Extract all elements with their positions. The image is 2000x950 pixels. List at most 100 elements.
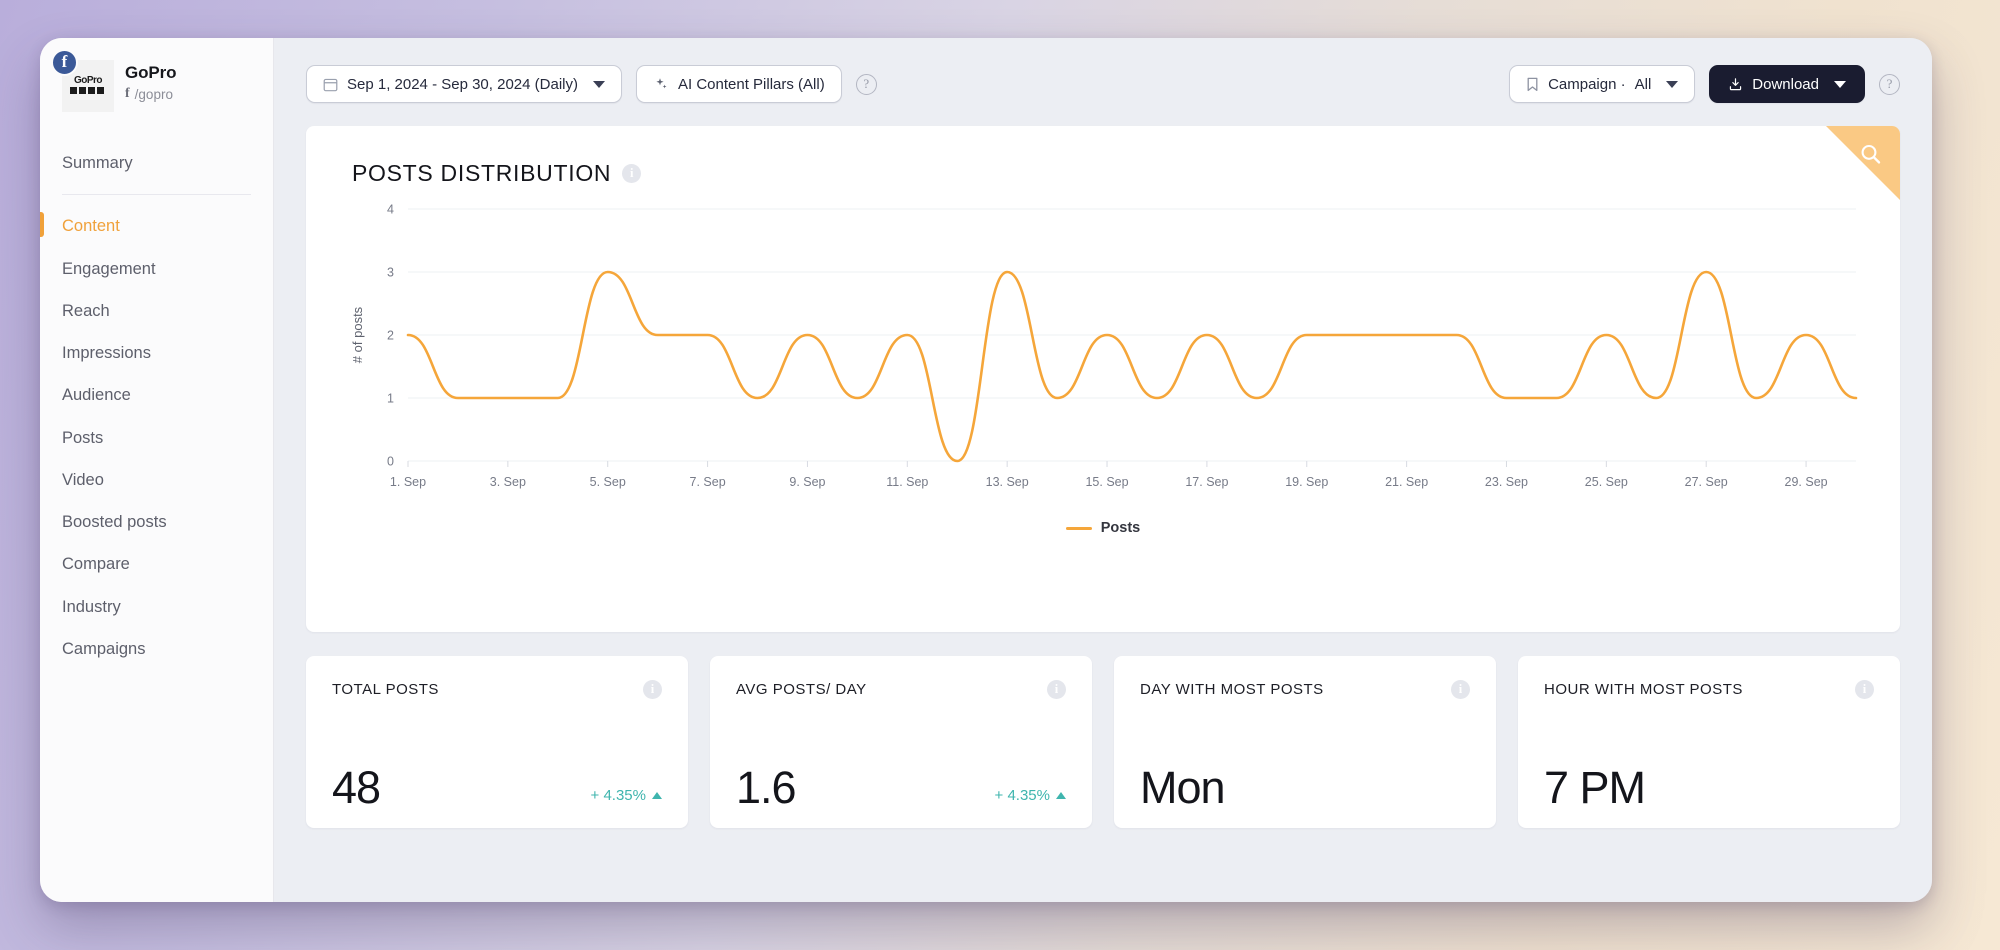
kpi-card-total-posts: TOTAL POSTS i 48 + 4.35% xyxy=(306,656,688,828)
info-icon[interactable]: i xyxy=(1451,680,1470,699)
search-icon[interactable] xyxy=(1856,140,1886,175)
help-icon-filters[interactable]: ? xyxy=(855,73,877,95)
sidebar-item-compare[interactable]: Compare xyxy=(40,543,273,585)
svg-text:21. Sep: 21. Sep xyxy=(1385,475,1428,489)
ai-content-pillars-value: AI Content Pillars (All) xyxy=(677,75,825,93)
date-range-picker[interactable]: Sep 1, 2024 - Sep 30, 2024 (Daily) xyxy=(306,65,622,103)
card-header: POSTS DISTRIBUTION i xyxy=(306,126,1900,187)
kpi-body: Mon xyxy=(1140,765,1470,810)
svg-text:15. Sep: 15. Sep xyxy=(1085,475,1128,489)
kpi-card-day-with-most-posts: DAY WITH MOST POSTS i Mon xyxy=(1114,656,1496,828)
campaign-label: Campaign · xyxy=(1548,75,1626,93)
kpi-body: 48 + 4.35% xyxy=(332,765,662,810)
svg-text:2: 2 xyxy=(387,329,394,343)
kpi-delta-text: + 4.35% xyxy=(994,787,1050,804)
kpi-value: 7 PM xyxy=(1544,762,1646,813)
chevron-down-icon xyxy=(1666,80,1679,88)
page-title: POSTS DISTRIBUTION xyxy=(352,160,612,186)
kpi-card-hour-with-most-posts: HOUR WITH MOST POSTS i 7 PM xyxy=(1518,656,1900,828)
kpi-head: DAY WITH MOST POSTS i xyxy=(1140,680,1470,699)
sidebar-item-summary[interactable]: Summary xyxy=(40,142,273,184)
kpi-label: TOTAL POSTS xyxy=(332,681,439,698)
gopro-logo-icon: GoPro xyxy=(70,75,104,94)
chart-legend: Posts xyxy=(306,520,1900,536)
kpi-value: Mon xyxy=(1140,762,1226,813)
sidebar: GoPro f GoPro f /gopro Summary Content E… xyxy=(40,38,274,902)
kpi-label: AVG POSTS/ DAY xyxy=(736,681,867,698)
sidebar-item-engagement[interactable]: Engagement xyxy=(40,248,273,290)
info-icon[interactable]: i xyxy=(1855,680,1874,699)
download-label: Download xyxy=(1752,75,1819,93)
sidebar-item-impressions[interactable]: Impressions xyxy=(40,332,273,374)
svg-text:3: 3 xyxy=(387,266,394,280)
download-button[interactable]: Download xyxy=(1709,65,1865,103)
svg-text:0: 0 xyxy=(387,455,394,469)
svg-text:13. Sep: 13. Sep xyxy=(986,475,1029,489)
kpi-body: 7 PM xyxy=(1544,765,1874,810)
sidebar-nav: Summary Content Engagement Reach Impress… xyxy=(40,142,273,670)
kpi-head: AVG POSTS/ DAY i xyxy=(736,680,1066,699)
svg-text:5. Sep: 5. Sep xyxy=(590,475,626,489)
svg-text:GoPro: GoPro xyxy=(74,75,102,86)
posts-distribution-card: POSTS DISTRIBUTION i 0 1 2 3 4 # of posts 1. S… xyxy=(306,126,1900,632)
arrow-up-icon xyxy=(1056,792,1066,799)
svg-text:17. Sep: 17. Sep xyxy=(1185,475,1228,489)
info-icon[interactable]: i xyxy=(643,680,662,699)
campaign-selector[interactable]: Campaign · All xyxy=(1509,65,1696,103)
info-icon[interactable]: i xyxy=(622,164,642,183)
svg-text:29. Sep: 29. Sep xyxy=(1785,475,1828,489)
calendar-icon xyxy=(323,77,338,92)
kpi-delta-text: + 4.35% xyxy=(590,787,646,804)
profile-text: GoPro f /gopro xyxy=(125,60,177,102)
svg-text:9. Sep: 9. Sep xyxy=(789,475,825,489)
svg-text:7. Sep: 7. Sep xyxy=(690,475,726,489)
sidebar-item-boosted-posts[interactable]: Boosted posts xyxy=(40,501,273,543)
facebook-badge-icon: f xyxy=(51,49,78,76)
main-content: Sep 1, 2024 - Sep 30, 2024 (Daily) AI Co… xyxy=(274,38,1932,902)
kpi-value: 48 xyxy=(332,762,381,813)
sidebar-item-campaigns[interactable]: Campaigns xyxy=(40,628,273,670)
svg-text:# of posts: # of posts xyxy=(350,306,365,363)
facebook-f-icon: f xyxy=(125,86,130,102)
avatar-wrap: GoPro f xyxy=(51,49,114,112)
bookmark-icon xyxy=(1526,77,1539,92)
kpi-value: 1.6 xyxy=(736,762,797,813)
posts-distribution-chart[interactable]: 0 1 2 3 4 # of posts 1. Sep 3. Sep 5. Sep 7. Sep 9… xyxy=(346,197,1866,507)
svg-text:19. Sep: 19. Sep xyxy=(1285,475,1328,489)
kpi-row: TOTAL POSTS i 48 + 4.35% AVG POSTS/ DAY … xyxy=(306,656,1900,828)
svg-text:3. Sep: 3. Sep xyxy=(490,475,526,489)
download-icon xyxy=(1728,77,1743,92)
kpi-card-avg-posts-per-day: AVG POSTS/ DAY i 1.6 + 4.35% xyxy=(710,656,1092,828)
profile-name: GoPro xyxy=(125,63,177,82)
chevron-down-icon xyxy=(592,80,605,88)
kpi-head: TOTAL POSTS i xyxy=(332,680,662,699)
svg-text:4: 4 xyxy=(387,203,394,217)
sidebar-item-posts[interactable]: Posts xyxy=(40,417,273,459)
svg-text:11. Sep: 11. Sep xyxy=(886,475,928,489)
kpi-label: DAY WITH MOST POSTS xyxy=(1140,681,1324,698)
kpi-delta: + 4.35% xyxy=(591,787,662,804)
sidebar-item-video[interactable]: Video xyxy=(40,459,273,501)
chart-plot-area: 0 1 2 3 4 # of posts 1. Sep 3. Sep 5. Sep 7. Sep 9… xyxy=(306,197,1900,512)
ai-content-pillars-filter[interactable]: AI Content Pillars (All) xyxy=(635,65,842,103)
toolbar: Sep 1, 2024 - Sep 30, 2024 (Daily) AI Co… xyxy=(306,64,1900,104)
kpi-delta: + 4.35% xyxy=(995,787,1066,804)
kpi-body: 1.6 + 4.35% xyxy=(736,765,1066,810)
sparkle-icon xyxy=(653,76,669,92)
svg-text:27. Sep: 27. Sep xyxy=(1685,475,1728,489)
info-icon[interactable]: i xyxy=(1047,680,1066,699)
sidebar-item-content[interactable]: Content xyxy=(40,205,273,247)
legend-swatch-posts xyxy=(1065,526,1092,530)
sidebar-item-industry[interactable]: Industry xyxy=(40,586,273,628)
sidebar-item-reach[interactable]: Reach xyxy=(40,290,273,332)
svg-text:1. Sep: 1. Sep xyxy=(390,475,426,489)
help-icon-download[interactable]: ? xyxy=(1879,73,1900,95)
date-range-value: Sep 1, 2024 - Sep 30, 2024 (Daily) xyxy=(347,75,578,93)
svg-text:23. Sep: 23. Sep xyxy=(1485,475,1528,489)
campaign-value: All xyxy=(1634,75,1652,93)
kpi-label: HOUR WITH MOST POSTS xyxy=(1544,681,1743,698)
sidebar-item-audience[interactable]: Audience xyxy=(40,374,273,416)
app-window: GoPro f GoPro f /gopro Summary Content E… xyxy=(40,38,1932,902)
arrow-up-icon xyxy=(652,792,662,799)
profile-handle: f /gopro xyxy=(125,86,176,102)
